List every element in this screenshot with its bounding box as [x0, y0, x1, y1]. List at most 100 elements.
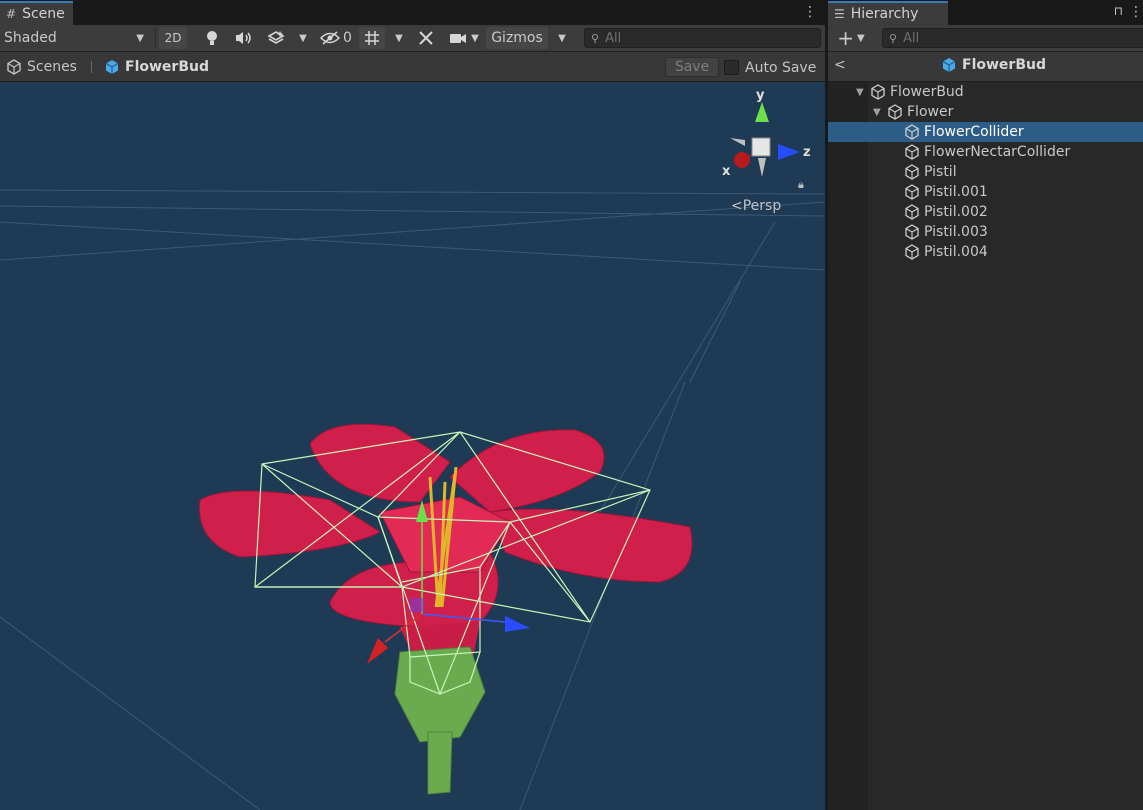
gizmo-x-arrow — [367, 638, 388, 664]
hidden-objects-count: 0 — [343, 30, 352, 46]
hierarchy-item-label: FlowerNectarCollider — [924, 144, 1071, 160]
hierarchy-item-label: FlowerCollider — [924, 124, 1024, 140]
tab-scene-label: Scene — [22, 6, 65, 22]
scene-toolbar: Shaded ▼ 2D ▼ 0 ▼ ▼ Gizmos ▼ ⚲ All — [0, 25, 825, 52]
gameobject-cube-icon — [904, 124, 920, 140]
unity-logo-icon — [7, 59, 21, 75]
breadcrumb-scenes[interactable]: Scenes — [6, 57, 77, 77]
hierarchy-item-label: Pistil.001 — [924, 184, 988, 200]
dropdown-arrow-icon: ▼ — [136, 32, 144, 44]
grid-toggle-button[interactable] — [359, 27, 385, 49]
gizmos-label: Gizmos — [491, 30, 543, 46]
breadcrumb-divider — [91, 61, 92, 73]
hierarchy-item[interactable]: Pistil.001 — [828, 182, 1143, 202]
breadcrumb-bar: Scenes FlowerBud Save Auto Save — [0, 52, 825, 82]
effects-toggle-button[interactable] — [263, 27, 289, 49]
toggle-2d-label: 2D — [164, 31, 182, 45]
hierarchy-item-label: Pistil.004 — [924, 244, 988, 260]
effects-dropdown-arrow-icon[interactable]: ▼ — [293, 27, 313, 49]
hierarchy-panel: ☰ Hierarchy ⊓ ⋮ + ▼ ⚲ < FlowerBud ▼ Flowe… — [828, 0, 1143, 810]
hierarchy-search-field[interactable]: ⚲ — [882, 28, 1143, 48]
hierarchy-item[interactable]: Pistil.004 — [828, 242, 1143, 262]
lock-icon[interactable]: 🔒︎ — [798, 178, 804, 192]
save-button[interactable]: Save — [665, 57, 719, 77]
shading-mode-value: Shaded — [4, 30, 57, 46]
hierarchy-item[interactable]: FlowerCollider — [828, 122, 1143, 142]
wrench-cross-icon — [419, 31, 433, 45]
lighting-toggle-button[interactable] — [200, 27, 224, 49]
prefab-header-label: FlowerBud — [962, 57, 1046, 73]
save-button-label: Save — [674, 59, 710, 75]
hierarchy-item[interactable]: Pistil.003 — [828, 222, 1143, 242]
camera-icon — [450, 34, 467, 43]
gameobject-cube-icon — [904, 184, 920, 200]
hierarchy-item[interactable]: ▼ Flower — [828, 102, 1143, 122]
gizmos-button[interactable]: Gizmos — [486, 27, 548, 49]
list-tree-icon: ☰ — [834, 7, 845, 21]
gameobject-cube-icon — [887, 104, 903, 120]
grid-icon: # — [6, 7, 17, 21]
petal-back-left — [309, 423, 451, 503]
hierarchy-item-label: FlowerBud — [890, 84, 964, 100]
prefab-header-title: FlowerBud — [941, 57, 1046, 73]
petal-left — [199, 490, 382, 558]
hierarchy-tree: ▼ FlowerBud ▼ Flower FlowerCollider FlowerNec… — [828, 82, 1143, 810]
autosave-checkbox[interactable] — [724, 60, 739, 75]
toolbar-separator — [155, 28, 156, 48]
orientation-gizmo[interactable] — [730, 102, 800, 177]
gameobject-cube-icon — [904, 244, 920, 260]
autosave-label: Auto Save — [745, 60, 817, 76]
scene-search-field[interactable]: ⚲ — [584, 28, 821, 48]
hierarchy-item-label: Flower — [907, 104, 954, 120]
back-chevron-icon[interactable]: < — [834, 57, 846, 73]
hierarchy-toolbar: + ▼ ⚲ — [828, 25, 1143, 52]
hierarchy-item[interactable]: Pistil.002 — [828, 202, 1143, 222]
hierarchy-more-menu-icon[interactable]: ⋮ — [1129, 4, 1143, 20]
expand-arrow-icon[interactable]: ▼ — [856, 87, 864, 98]
prefab-cube-icon — [942, 58, 956, 72]
orientation-x-label: x — [722, 164, 731, 179]
breadcrumb-prefab-label: FlowerBud — [125, 59, 209, 75]
breadcrumb-scenes-label: Scenes — [27, 59, 77, 75]
grid-dropdown-arrow-icon[interactable]: ▼ — [389, 27, 409, 49]
hierarchy-item[interactable]: FlowerNectarCollider — [828, 142, 1143, 162]
gameobject-cube-icon — [904, 204, 920, 220]
scene-viewport[interactable]: y z x 🔒︎ — [0, 82, 825, 810]
eye-slash-icon — [320, 31, 341, 45]
gameobject-cube-icon — [904, 164, 920, 180]
lock-panel-icon[interactable]: ⊓ — [1114, 4, 1123, 18]
projection-toggle[interactable]: <Persp — [731, 198, 781, 214]
tab-scene[interactable]: # Scene — [0, 1, 73, 25]
shading-mode-dropdown[interactable]: Shaded ▼ — [0, 27, 152, 49]
scene-panel: # Scene ⋮ Shaded ▼ 2D ▼ 0 ▼ ▼ Gizmos ▼ ⚲… — [0, 0, 825, 810]
flower-stem — [394, 646, 486, 795]
toggle-2d-button[interactable]: 2D — [159, 27, 187, 49]
hierarchy-item[interactable]: ▼ FlowerBud — [828, 82, 1143, 102]
breadcrumb-prefab[interactable]: FlowerBud — [104, 57, 209, 77]
scene-more-menu-icon[interactable]: ⋮ — [803, 4, 817, 20]
audio-toggle-button[interactable] — [231, 27, 257, 49]
hierarchy-item[interactable]: Pistil — [828, 162, 1143, 182]
camera-dropdown-arrow-icon: ▼ — [471, 32, 479, 44]
camera-settings-button[interactable]: ▼ — [445, 27, 483, 49]
scene-canvas — [0, 102, 825, 810]
tools-toggle-button[interactable] — [413, 27, 439, 49]
hierarchy-item-label: Pistil.003 — [924, 224, 988, 240]
create-dropdown-arrow-icon: ▼ — [857, 32, 865, 44]
tab-hierarchy[interactable]: ☰ Hierarchy — [828, 1, 948, 25]
layers-effects-icon — [267, 31, 285, 44]
hierarchy-search-input[interactable] — [903, 30, 1143, 46]
scene-search-input[interactable] — [605, 30, 820, 46]
gizmos-dropdown-arrow-icon[interactable]: ▼ — [552, 27, 572, 49]
plus-icon: + — [837, 26, 855, 50]
prefab-cube-icon — [105, 60, 119, 74]
hierarchy-tabstrip: ☰ Hierarchy ⊓ ⋮ — [828, 0, 1143, 26]
tab-hierarchy-label: Hierarchy — [850, 6, 919, 22]
create-object-button[interactable]: + ▼ — [834, 26, 868, 50]
gameobject-cube-icon — [904, 144, 920, 160]
gizmo-z-arrow — [505, 616, 530, 632]
projection-label: Persp — [742, 198, 782, 214]
hidden-objects-toggle[interactable]: 0 — [318, 27, 354, 49]
expand-arrow-icon[interactable]: ▼ — [873, 107, 881, 118]
gameobject-cube-icon — [904, 224, 920, 240]
